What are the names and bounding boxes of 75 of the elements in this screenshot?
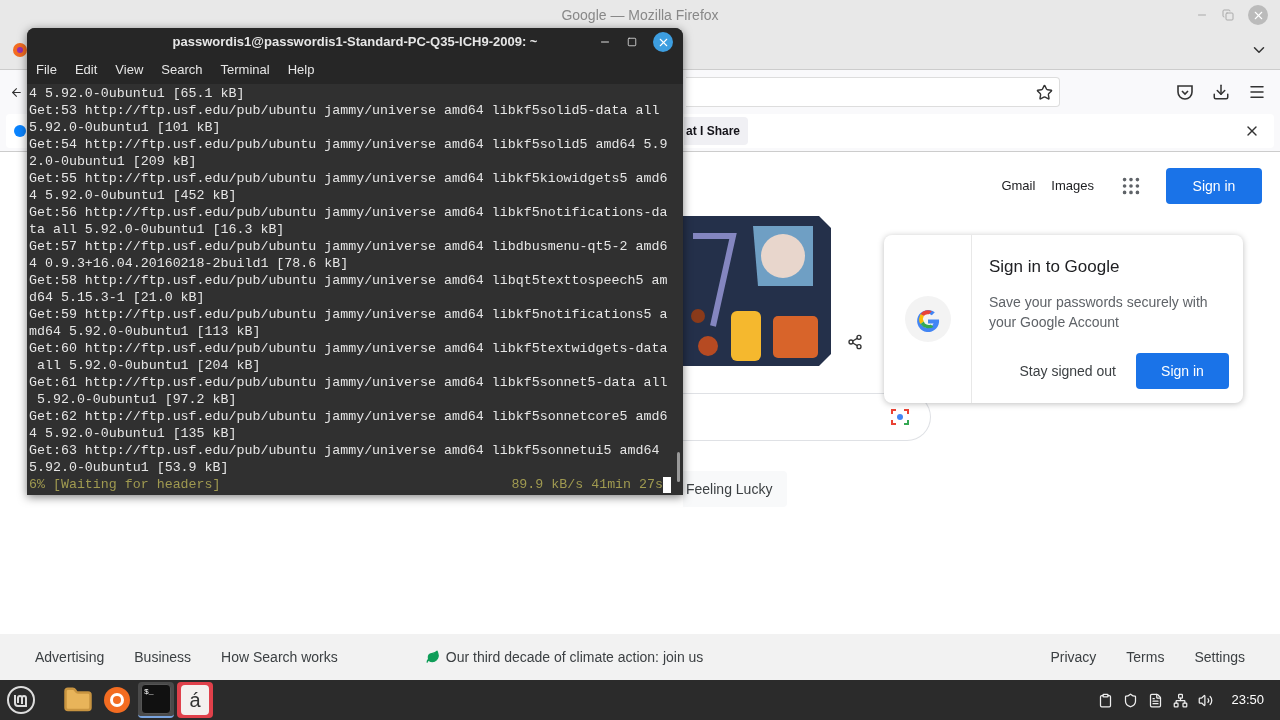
window-title: passwordis1@passwordis1-Standard-PC-Q35-ICH9-2009: ~ [172, 33, 538, 52]
close-button[interactable] [653, 32, 673, 52]
menu-item[interactable]: View [115, 60, 144, 80]
footer-link[interactable]: Privacy [1050, 646, 1097, 668]
terminal-line: 4 5.92.0-0ubuntu1 [135 kB] [29, 425, 237, 442]
terminal-line: Get:57 http://ftp.usf.edu/pub/ubuntu jammy/universe amd64 libdbusmenu-qt5-2 amd6 [29, 238, 668, 255]
header-link[interactable]: Images [1051, 176, 1094, 196]
terminal-line: md64 5.92.0-0ubuntu1 [113 kB] [29, 323, 261, 340]
terminal-line: Get:53 http://ftp.usf.edu/pub/ubuntu jammy/universe amd64 libkf5solid5-data all [29, 102, 660, 119]
volume-icon[interactable] [1198, 692, 1214, 708]
footer-link[interactable]: How Search works [221, 646, 338, 668]
menu-item[interactable]: Edit [74, 60, 98, 80]
terminal-line: 4 5.92.0-0ubuntu1 [65.1 kB] [29, 85, 245, 102]
terminal-line: Get:59 http://ftp.usf.edu/pub/ubuntu jammy/universe amd64 libkf5notifications5 a [29, 306, 668, 323]
clipboard-icon[interactable] [1098, 692, 1114, 708]
text-cursor [663, 476, 671, 493]
terminal-line: ta all 5.92.0-0ubuntu1 [16.3 kB] [29, 221, 285, 238]
feeling-lucky-button[interactable]: Feeling Lucky [683, 471, 787, 507]
google-logo-icon [904, 296, 951, 342]
header-link[interactable]: Gmail [1001, 176, 1036, 196]
progress-status: 6% [Waiting for headers] [29, 476, 221, 493]
camera-search-icon[interactable] [890, 407, 910, 427]
terminal-line: 5.92.0-0ubuntu1 [97.2 kB] [35, 391, 237, 408]
pocket-icon[interactable] [1176, 83, 1194, 101]
bookmark-star-icon[interactable] [1036, 83, 1053, 101]
leaf-icon [425, 650, 440, 664]
terminal-line: all 5.92.0-0ubuntu1 [204 kB] [35, 357, 261, 374]
scrollbar-thumb [677, 452, 680, 482]
footer-link[interactable]: Business [134, 646, 192, 668]
footer-link[interactable]: Our third decade of climate action: join us [445, 646, 704, 668]
footer-link[interactable]: Terms [1126, 646, 1165, 668]
terminal-line: Get:54 http://ftp.usf.edu/pub/ubuntu jammy/universe amd64 libkf5solid5 amd64 5.9 [29, 136, 668, 153]
text-app-button[interactable]: á [177, 682, 213, 718]
sign-in-button[interactable]: Sign in [1136, 353, 1229, 389]
download-speed: 89.9 kB/s 41min 27s [511, 476, 663, 493]
start-menu-icon[interactable] [6, 685, 36, 715]
terminal-line: Get:58 http://ftp.usf.edu/pub/ubuntu jammy/universe amd64 libqt5texttospeech5 am [29, 272, 668, 289]
terminal-line: Get:55 http://ftp.usf.edu/pub/ubuntu jammy/universe amd64 libkf5kiowidgets5 amd6 [29, 170, 668, 187]
clock[interactable]: 23:50 [1231, 690, 1264, 710]
terminal-line: Get:61 http://ftp.usf.edu/pub/ubuntu jammy/universe amd64 libkf5sonnet5-data all [29, 374, 668, 391]
download-icon[interactable] [1212, 83, 1230, 101]
apps-icon[interactable] [1120, 175, 1142, 197]
back-icon[interactable] [10, 85, 23, 99]
share-button[interactable]: at I Share [684, 117, 749, 145]
menu-item[interactable]: Search [161, 60, 203, 80]
menu-item[interactable]: Help [287, 60, 315, 80]
stay-signed-out-button[interactable]: Stay signed out [1011, 353, 1124, 389]
terminal-line: d64 5.15.3-1 [21.0 kB] [29, 289, 205, 306]
info-icon [14, 125, 26, 137]
terminal-line: 4 5.92.0-0ubuntu1 [452 kB] [29, 187, 237, 204]
popup-message: Save your passwords securely with your Google Account [989, 292, 1209, 332]
network-icon[interactable] [1173, 692, 1189, 708]
terminal-line: Get:60 http://ftp.usf.edu/pub/ubuntu jammy/universe amd64 libkf5textwidgets-data [29, 340, 668, 357]
footer-link[interactable]: Advertising [35, 646, 105, 668]
terminal-line: Get:63 http://ftp.usf.edu/pub/ubuntu jammy/universe amd64 libkf5sonnetui5 amd64 [29, 442, 660, 459]
terminal-line: Get:56 http://ftp.usf.edu/pub/ubuntu jammy/universe amd64 libkf5notifications-da [29, 204, 668, 221]
footer-link[interactable]: Settings [1194, 646, 1245, 668]
terminal-line: Get:62 http://ftp.usf.edu/pub/ubuntu jammy/universe amd64 libkf5sonnetcore5 amd6 [29, 408, 668, 425]
menu-item[interactable]: Terminal [220, 60, 270, 80]
window-title: Google — Mozilla Firefox [561, 5, 719, 25]
sign-in-button[interactable]: Sign in [1166, 168, 1262, 204]
terminal-line: 5.92.0-0ubuntu1 [53.9 kB] [29, 459, 229, 476]
share-icon[interactable] [847, 334, 863, 350]
terminal-line: 4 0.9.3+16.04.20160218-2build1 [78.6 kB] [29, 255, 349, 272]
menu-item[interactable]: File [36, 60, 57, 80]
shield-icon[interactable] [1123, 692, 1139, 708]
maximize-icon[interactable] [627, 37, 637, 47]
terminal-app-button[interactable]: $_ [138, 682, 174, 718]
url-field[interactable] [686, 77, 1060, 107]
terminal-line: 5.92.0-0ubuntu1 [101 kB] [29, 119, 221, 136]
popup-title: Sign in to Google [989, 256, 1121, 278]
document-icon[interactable] [1148, 692, 1164, 708]
terminal-line: 2.0-0ubuntu1 [209 kB] [29, 153, 197, 170]
browser-icon[interactable] [12, 41, 28, 58]
menu-icon[interactable] [1248, 83, 1266, 101]
